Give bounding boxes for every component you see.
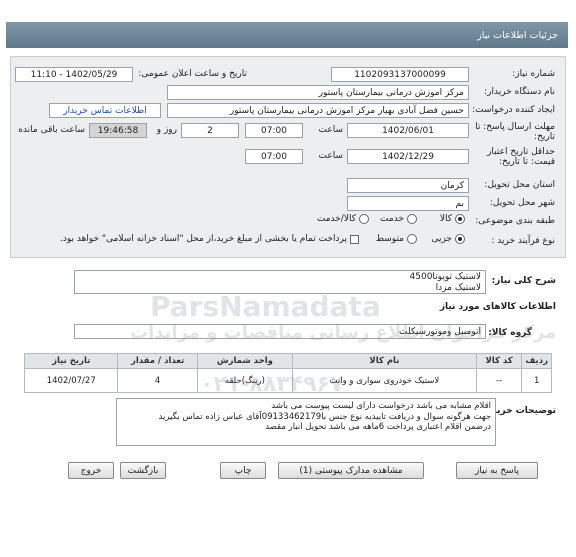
- category-label: طبقه بندی موضوعی:: [475, 216, 555, 226]
- buyer-contact-link[interactable]: اطلاعات تماس خریدار: [49, 103, 161, 118]
- back-button[interactable]: بازگشت: [120, 462, 166, 479]
- category-option-goods[interactable]: کالا: [440, 214, 465, 224]
- watermark-brand: ParsNamadata: [150, 290, 381, 323]
- process-option-minor[interactable]: جزیی: [431, 234, 465, 244]
- radio-selected-icon: [455, 214, 465, 224]
- announce-label: تاریخ و ساعت اعلان عمومی:: [138, 69, 247, 79]
- summary-line-1: لاستیک تویوتا4500: [409, 272, 481, 282]
- checkbox-icon: [350, 234, 359, 244]
- window-title-bar: جزئيات اطلاعات نياز: [6, 22, 568, 48]
- radio-icon: [407, 234, 417, 244]
- window-title: جزئيات اطلاعات نياز: [477, 29, 558, 41]
- city-field: بم: [347, 196, 469, 211]
- table-header-row: ردیف کد کالا نام کالا واحد شمارش تعداد /…: [23, 353, 552, 369]
- category-option-service[interactable]: خدمت: [380, 214, 417, 224]
- deadline-time-field: 07:00: [245, 123, 303, 138]
- summary-label: شرح کلی نیاز:: [491, 276, 556, 286]
- validity-time-field: 07:00: [245, 149, 303, 164]
- announce-field: 1402/05/29 - 11:10: [15, 67, 133, 82]
- process-label: نوع فرآیند خرید :: [491, 236, 555, 246]
- province-label: استان محل تحویل:: [484, 180, 555, 190]
- buyer-notes-line-2: جهت هرگونه سوال و دریافت تاییدیه نوع جنس…: [158, 411, 491, 422]
- watermark-phone: ۰۲۱-۸۸۳۴۹۶۷۰: [200, 372, 357, 397]
- deadline-time-label: ساعت: [318, 125, 344, 135]
- buyer-notes-line-3: درضمن اقلام اعتباری پرداخت 6ماهه می باشد…: [265, 422, 491, 432]
- buyer-field: مرکز اموزش درمانی بیمارستان پاستور: [167, 85, 469, 100]
- deadline-date-field: 1402/06/01: [347, 123, 469, 138]
- creator-label: ایجاد کننده درخواست:: [472, 105, 555, 115]
- column-header-quantity: تعداد / مقدار: [117, 353, 198, 369]
- validity-time-label: ساعت: [318, 151, 344, 161]
- watermark-line: مرکز فراخوان اطلاع رسانی مناقصات و مزاید…: [130, 322, 557, 343]
- need-details-panel: شماره نیاز: 1102093137000099 تاریخ و ساع…: [10, 56, 566, 258]
- column-header-code: کد کالا: [475, 353, 523, 369]
- remaining-time-field: 19:46:58: [89, 123, 147, 138]
- radio-icon: [407, 214, 417, 224]
- cell-row-number: 1: [521, 368, 552, 393]
- deadline-label: مهلت ارسال پاسخ: تا تاریخ:: [475, 122, 555, 142]
- days-field: 2: [181, 123, 239, 138]
- cell-code: --: [475, 368, 523, 393]
- need-number-field: 1102093137000099: [331, 67, 469, 82]
- print-button[interactable]: چاپ: [220, 462, 266, 479]
- cell-date: 1402/07/27: [23, 368, 119, 393]
- buyer-notes-line-1: اقلام مشابه می باشد درخواست دارای لیست پ…: [271, 401, 491, 411]
- validity-date-field: 1402/12/29: [347, 149, 469, 164]
- column-header-name: نام کالا: [292, 353, 477, 369]
- validity-label: حداقل تاریخ اعتبار قیمت: تا تاریخ:: [487, 147, 555, 167]
- treasury-note-checkbox[interactable]: پرداخت تمام یا بخشی از مبلغ خرید،از محل …: [60, 234, 359, 244]
- province-field: کرمان: [347, 178, 469, 193]
- reply-button[interactable]: پاسخ به نیاز: [456, 462, 538, 479]
- buyer-label: نام دستگاه خریدار:: [484, 87, 555, 97]
- buyer-notes-field: اقلام مشابه می باشد درخواست دارای لیست پ…: [116, 398, 496, 446]
- column-header-date: تاریخ نیاز: [23, 353, 119, 369]
- need-number-label: شماره نیاز:: [512, 69, 555, 79]
- exit-button[interactable]: خروج: [68, 462, 114, 479]
- creator-field: حسین فضل آبادی بهیار مرکز اموزش درمانی ب…: [167, 103, 469, 118]
- remaining-label: ساعت باقی مانده: [18, 125, 85, 135]
- radio-icon: [359, 214, 369, 224]
- cell-quantity: 4: [117, 368, 198, 393]
- category-option-goods-service[interactable]: کالا/خدمت: [317, 214, 369, 224]
- days-label: روز و: [156, 125, 177, 135]
- view-attachments-button[interactable]: مشاهده مدارک پیوستی (1): [278, 462, 424, 479]
- process-option-medium[interactable]: متوسط: [376, 234, 417, 244]
- city-label: شهر محل تحویل:: [489, 198, 555, 208]
- column-header-unit: واحد شمارش: [196, 353, 294, 369]
- action-button-bar: پاسخ به نیاز مشاهده مدارک پیوستی (1) چاپ…: [10, 458, 566, 486]
- goods-heading: اطلاعات کالاهای مورد نیاز: [439, 302, 556, 312]
- column-header-row-number: ردیف: [521, 353, 552, 369]
- radio-selected-icon: [455, 234, 465, 244]
